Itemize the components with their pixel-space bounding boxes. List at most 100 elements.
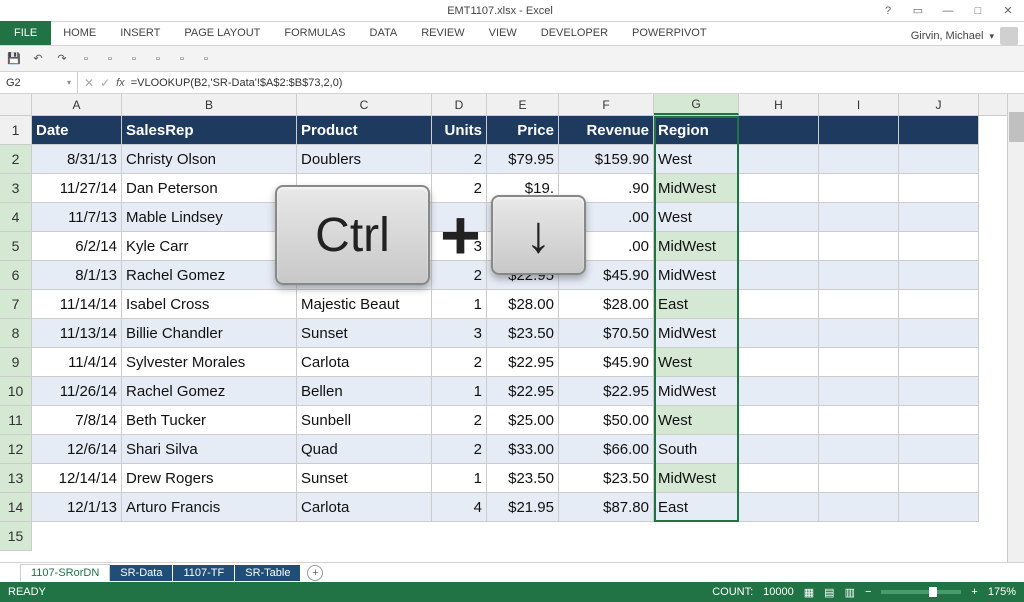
- cell[interactable]: [899, 464, 979, 493]
- sheet-tab[interactable]: 1107-SRorDN: [20, 564, 110, 581]
- cell[interactable]: [739, 319, 819, 348]
- row-header[interactable]: 9: [0, 348, 31, 377]
- cell[interactable]: [899, 232, 979, 261]
- cell[interactable]: 2: [432, 435, 487, 464]
- cell[interactable]: MidWest: [654, 464, 739, 493]
- column-header[interactable]: G: [654, 94, 739, 115]
- qat-icon[interactable]: ▫: [198, 51, 214, 67]
- cell[interactable]: 1: [432, 464, 487, 493]
- sheet-tab[interactable]: SR-Data: [110, 565, 173, 581]
- cell[interactable]: $23.50: [487, 464, 559, 493]
- cell[interactable]: [739, 377, 819, 406]
- header-cell[interactable]: Units: [432, 116, 487, 145]
- maximize-icon[interactable]: □: [966, 3, 990, 19]
- cell[interactable]: [739, 290, 819, 319]
- cell[interactable]: Sunbell: [297, 406, 432, 435]
- row-header[interactable]: 14: [0, 493, 31, 522]
- tab-formulas[interactable]: FORMULAS: [272, 21, 357, 45]
- cell[interactable]: $22.95: [487, 377, 559, 406]
- column-header[interactable]: B: [122, 94, 297, 115]
- cell[interactable]: [819, 435, 899, 464]
- cell[interactable]: 11/26/14: [32, 377, 122, 406]
- column-header[interactable]: I: [819, 94, 899, 115]
- cell[interactable]: 11/27/14: [32, 174, 122, 203]
- cell[interactable]: Kyle Carr: [122, 232, 297, 261]
- cell[interactable]: $21.95: [487, 493, 559, 522]
- cell[interactable]: 2: [432, 406, 487, 435]
- cell[interactable]: [899, 319, 979, 348]
- cell[interactable]: [739, 203, 819, 232]
- column-header[interactable]: F: [559, 94, 654, 115]
- cell[interactable]: West: [654, 203, 739, 232]
- cell[interactable]: [899, 377, 979, 406]
- cell[interactable]: [739, 261, 819, 290]
- cell[interactable]: [819, 406, 899, 435]
- cell[interactable]: [819, 203, 899, 232]
- row-header[interactable]: 10: [0, 377, 31, 406]
- zoom-out-button[interactable]: −: [865, 586, 871, 598]
- column-header[interactable]: A: [32, 94, 122, 115]
- header-cell[interactable]: Price: [487, 116, 559, 145]
- cell[interactable]: 12/6/14: [32, 435, 122, 464]
- cell[interactable]: $23.50: [487, 319, 559, 348]
- row-header[interactable]: 1: [0, 116, 31, 145]
- cell[interactable]: Majestic Beaut: [297, 290, 432, 319]
- cell[interactable]: Christy Olson: [122, 145, 297, 174]
- cell[interactable]: $28.00: [487, 290, 559, 319]
- column-header[interactable]: J: [899, 94, 979, 115]
- cell[interactable]: Sylvester Morales: [122, 348, 297, 377]
- undo-icon[interactable]: ↶: [30, 51, 46, 67]
- row-header[interactable]: 13: [0, 464, 31, 493]
- cell[interactable]: $28.00: [559, 290, 654, 319]
- cell[interactable]: Dan Peterson: [122, 174, 297, 203]
- cell[interactable]: $159.90: [559, 145, 654, 174]
- column-header[interactable]: H: [739, 94, 819, 115]
- cell[interactable]: MidWest: [654, 232, 739, 261]
- sheet-tab[interactable]: SR-Table: [235, 565, 301, 581]
- tab-home[interactable]: HOME: [51, 21, 108, 45]
- cell[interactable]: 4: [432, 493, 487, 522]
- spreadsheet-grid[interactable]: 123456789101112131415 ABCDEFGHIJ DateSal…: [0, 94, 1024, 562]
- cell[interactable]: [739, 348, 819, 377]
- cell[interactable]: 11/4/14: [32, 348, 122, 377]
- header-cell[interactable]: Product: [297, 116, 432, 145]
- zoom-slider[interactable]: [881, 590, 961, 594]
- cell[interactable]: 11/13/14: [32, 319, 122, 348]
- cell[interactable]: [899, 493, 979, 522]
- qat-icon[interactable]: ▫: [126, 51, 142, 67]
- view-normal-icon[interactable]: ▦: [804, 586, 814, 599]
- row-header[interactable]: 6: [0, 261, 31, 290]
- cell[interactable]: Billie Chandler: [122, 319, 297, 348]
- row-header[interactable]: 15: [0, 522, 31, 551]
- cell[interactable]: [899, 435, 979, 464]
- cell[interactable]: [739, 406, 819, 435]
- row-header[interactable]: 7: [0, 290, 31, 319]
- cell[interactable]: 12/1/13: [32, 493, 122, 522]
- cell[interactable]: [819, 348, 899, 377]
- file-tab[interactable]: FILE: [0, 21, 51, 45]
- cell[interactable]: Rachel Gomez: [122, 261, 297, 290]
- cell[interactable]: [899, 348, 979, 377]
- column-header[interactable]: D: [432, 94, 487, 115]
- column-header[interactable]: E: [487, 94, 559, 115]
- header-cell[interactable]: [819, 116, 899, 145]
- cell[interactable]: Arturo Francis: [122, 493, 297, 522]
- row-header[interactable]: 3: [0, 174, 31, 203]
- cell[interactable]: [819, 377, 899, 406]
- cell[interactable]: Shari Silva: [122, 435, 297, 464]
- cell[interactable]: Drew Rogers: [122, 464, 297, 493]
- cell[interactable]: Bellen: [297, 377, 432, 406]
- cell[interactable]: $33.00: [487, 435, 559, 464]
- cell[interactable]: 2: [432, 145, 487, 174]
- column-header[interactable]: C: [297, 94, 432, 115]
- view-break-icon[interactable]: ▥: [845, 586, 855, 599]
- cell[interactable]: Rachel Gomez: [122, 377, 297, 406]
- cell[interactable]: [819, 232, 899, 261]
- view-layout-icon[interactable]: ▤: [824, 586, 834, 599]
- cell[interactable]: [899, 174, 979, 203]
- cell[interactable]: [819, 493, 899, 522]
- header-cell[interactable]: [899, 116, 979, 145]
- tab-insert[interactable]: INSERT: [108, 21, 172, 45]
- cell[interactable]: $70.50: [559, 319, 654, 348]
- cell[interactable]: South: [654, 435, 739, 464]
